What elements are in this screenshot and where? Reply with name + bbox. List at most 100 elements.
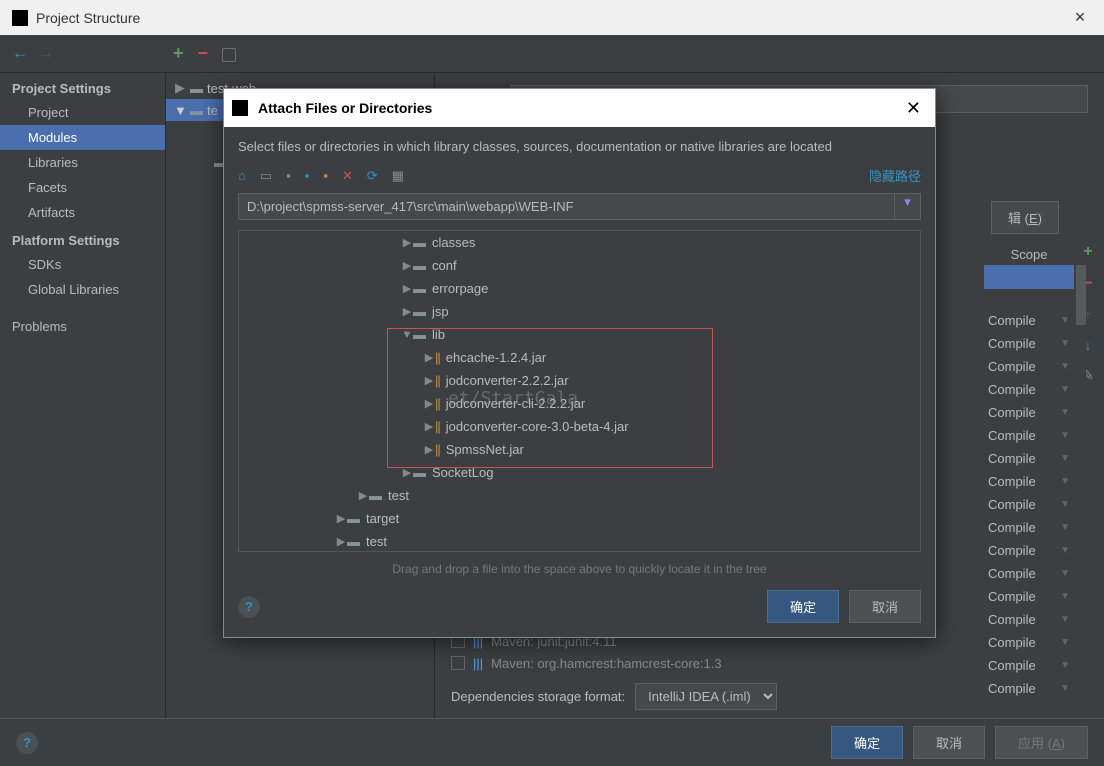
dialog-cancel-button[interactable]: 取消 [849, 590, 921, 623]
tree-arrow-icon[interactable]: ▶ [401, 282, 413, 295]
apply-button[interactable]: 应用 (A) [995, 726, 1088, 759]
scope-cell[interactable]: Compile▼ [984, 539, 1074, 562]
toolbar: ← → + − [0, 35, 1104, 73]
sidebar-item-modules[interactable]: Modules [0, 125, 165, 150]
scope-cell[interactable]: Compile▼ [984, 608, 1074, 631]
tree-row[interactable]: ▶▬test [239, 484, 920, 507]
tree-arrow-icon[interactable]: ▶ [335, 535, 347, 548]
tree-arrow-icon[interactable]: ▶ [401, 305, 413, 318]
scope-header: Scope [984, 243, 1074, 267]
sidebar-item-artifacts[interactable]: Artifacts [0, 200, 165, 225]
sidebar-item-project[interactable]: Project [0, 100, 165, 125]
tree-label: classes [432, 235, 475, 250]
close-icon[interactable]: ✕ [900, 98, 927, 119]
scope-cell[interactable]: Compile▼ [984, 378, 1074, 401]
sidebar-item-problems[interactable]: Problems [0, 314, 165, 339]
tree-arrow-icon[interactable]: ▶ [401, 466, 413, 479]
ok-button[interactable]: 确定 [831, 726, 903, 759]
scope-cell[interactable]: Compile▼ [984, 585, 1074, 608]
help-icon[interactable]: ? [238, 596, 260, 618]
scope-cell[interactable]: Compile▼ [984, 401, 1074, 424]
tree-row[interactable]: ▶▬classes [239, 231, 920, 254]
scope-cell[interactable]: Compile▼ [984, 677, 1074, 700]
close-icon[interactable]: × [1060, 7, 1100, 28]
file-tree[interactable]: ▶▬classes▶▬conf▶▬errorpage▶▬jsp▼▬lib▶||e… [238, 230, 921, 552]
back-arrow-icon[interactable]: ← [12, 45, 28, 63]
scope-cell[interactable]: Compile▼ [984, 516, 1074, 539]
copy-icon[interactable] [222, 48, 236, 62]
sidebar-item-global-libraries[interactable]: Global Libraries [0, 277, 165, 302]
tree-row[interactable]: ▶▬conf [239, 254, 920, 277]
project-icon[interactable]: ▪ [286, 168, 291, 183]
folder-icon: ▬ [413, 465, 426, 480]
edit-button[interactable]: 辑 (E) [991, 201, 1059, 234]
tree-arrow-icon[interactable]: ▶ [335, 512, 347, 525]
refresh-icon[interactable]: ⟳ [367, 168, 378, 184]
window-title: Project Structure [36, 10, 1060, 26]
tree-label: jsp [432, 304, 449, 319]
tree-row[interactable]: ▶||jodconverter-2.2.2.jar [239, 369, 920, 392]
tree-row[interactable]: ▶▬target [239, 507, 920, 530]
tree-row[interactable]: ▶▬errorpage [239, 277, 920, 300]
new-folder-icon[interactable]: ▪ [305, 168, 310, 183]
scrollbar-vertical[interactable] [1076, 265, 1086, 668]
tree-arrow-icon[interactable]: ▶ [423, 374, 435, 387]
history-icon[interactable]: ▾ [895, 193, 921, 220]
tree-row[interactable]: ▶▬SocketLog [239, 461, 920, 484]
tree-row[interactable]: ▼▬lib [239, 323, 920, 346]
tree-arrow-icon[interactable]: ▶ [423, 397, 435, 410]
tree-row[interactable]: ▶||jodconverter-cli-2.2.2.jar [239, 392, 920, 415]
tree-row[interactable]: ▶||jodconverter-core-3.0-beta-4.jar [239, 415, 920, 438]
scope-cell[interactable]: Compile▼ [984, 332, 1074, 355]
tree-row[interactable]: ▶▬test [239, 530, 920, 552]
sidebar-item-sdks[interactable]: SDKs [0, 252, 165, 277]
show-hidden-icon[interactable]: ▦ [392, 168, 404, 184]
scope-cell[interactable]: Compile▼ [984, 654, 1074, 677]
expand-arrow-icon[interactable]: ▼ [174, 103, 186, 118]
maven-row-label: Maven: org.hamcrest:hamcrest-core:1.3 [491, 656, 721, 671]
tree-row[interactable]: ▶||ehcache-1.2.4.jar [239, 346, 920, 369]
cancel-button[interactable]: 取消 [913, 726, 985, 759]
path-input[interactable] [238, 193, 895, 220]
scope-selected-row[interactable] [984, 265, 1074, 289]
tree-arrow-icon[interactable]: ▶ [423, 420, 435, 433]
scope-cell[interactable]: Compile▼ [984, 470, 1074, 493]
remove-icon[interactable]: ✕ [342, 168, 353, 184]
tree-arrow-icon[interactable]: ▶ [423, 443, 435, 456]
checkbox[interactable] [451, 656, 465, 670]
desktop-icon[interactable]: ▭ [260, 168, 272, 184]
tree-arrow-icon[interactable]: ▼ [401, 329, 413, 341]
tree-arrow-icon[interactable]: ▶ [401, 236, 413, 249]
help-icon[interactable]: ? [16, 732, 38, 754]
tree-row[interactable]: ▶||SpmssNet.jar [239, 438, 920, 461]
collapse-arrow-icon[interactable]: ▶ [174, 80, 186, 96]
sidebar-item-libraries[interactable]: Libraries [0, 150, 165, 175]
tree-label: lib [432, 327, 445, 342]
scope-cell[interactable]: Compile▼ [984, 309, 1074, 332]
app-icon [12, 10, 28, 26]
scope-cell[interactable]: Compile▼ [984, 562, 1074, 585]
scope-cell[interactable]: Compile▼ [984, 424, 1074, 447]
dialog-ok-button[interactable]: 确定 [767, 590, 839, 623]
storage-select[interactable]: IntelliJ IDEA (.iml) [635, 683, 777, 710]
tree-label: test [366, 534, 387, 549]
tree-row[interactable]: ▶▬jsp [239, 300, 920, 323]
add-icon[interactable]: + [173, 43, 184, 64]
scope-cell[interactable]: Compile▼ [984, 631, 1074, 654]
maven-icon: ||| [473, 656, 483, 671]
scope-cell[interactable]: Compile▼ [984, 493, 1074, 516]
add-dep-icon[interactable]: + [1083, 243, 1092, 261]
scope-cell[interactable]: Compile▼ [984, 355, 1074, 378]
home-icon[interactable]: ⌂ [238, 168, 246, 183]
hide-path-link[interactable]: 隐藏路径 [869, 166, 921, 185]
scope-cell[interactable]: Compile▼ [984, 447, 1074, 470]
tree-arrow-icon[interactable]: ▶ [401, 259, 413, 272]
tree-arrow-icon[interactable]: ▶ [357, 489, 369, 502]
tree-arrow-icon[interactable]: ▶ [423, 351, 435, 364]
delete-icon[interactable]: ▪ [323, 168, 328, 183]
sidebar: Project Settings Project Modules Librari… [0, 73, 165, 718]
sidebar-item-facets[interactable]: Facets [0, 175, 165, 200]
remove-icon[interactable]: − [198, 43, 209, 64]
dependency-scope-list: Compile▼Compile▼Compile▼Compile▼Compile▼… [984, 309, 1074, 700]
tree-label: SpmssNet.jar [446, 442, 524, 457]
